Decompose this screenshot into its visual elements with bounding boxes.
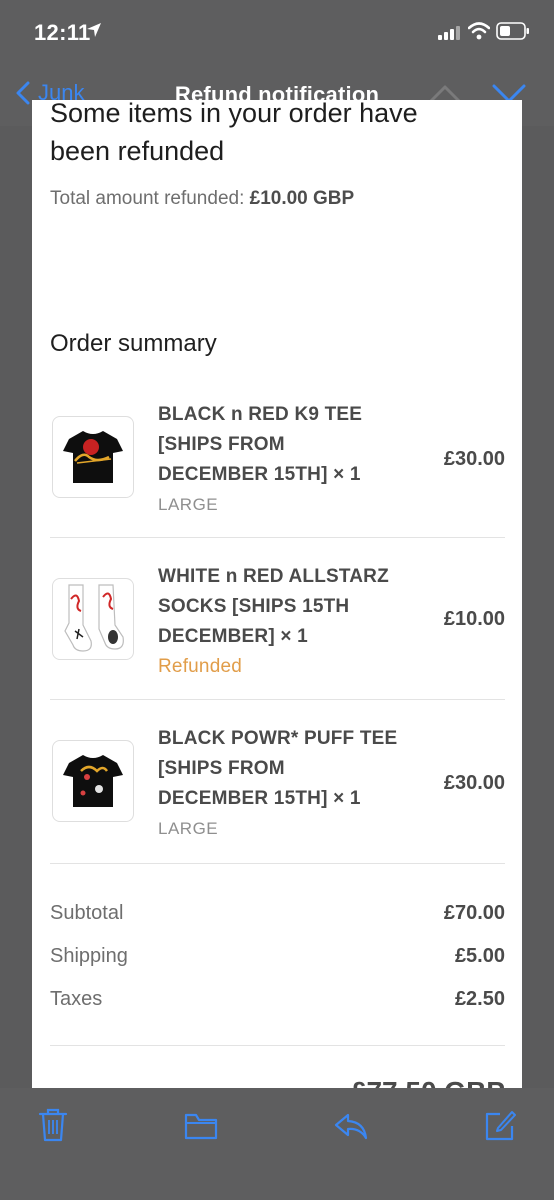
- order-item: WHITE n RED ALLSTARZ SOCKS [SHIPS 15TH D…: [50, 562, 505, 722]
- item-price: £10.00: [443, 608, 505, 630]
- location-arrow-icon: [86, 22, 102, 43]
- divider: [50, 699, 505, 700]
- taxes-row: Taxes £2.50: [50, 988, 505, 1011]
- order-item-details: BLACK POWR* PUFF TEE [SHIPS FROM DECEMBE…: [158, 724, 398, 844]
- email-body: Some items in your order have been refun…: [32, 100, 522, 1100]
- refund-headline: Some items in your order have been refun…: [50, 100, 510, 170]
- subtotal-value: £70.00: [443, 902, 505, 924]
- move-to-folder-button[interactable]: [184, 1112, 218, 1145]
- product-image-socks: [52, 578, 134, 660]
- order-item-details: BLACK n RED K9 TEE [SHIPS FROM DECEMBER …: [158, 400, 398, 520]
- reply-icon: [334, 1113, 368, 1140]
- item-title: BLACK POWR* PUFF TEE [SHIPS FROM DECEMBE…: [158, 728, 398, 809]
- wifi-icon: [467, 22, 491, 45]
- order-item: BLACK POWR* PUFF TEE [SHIPS FROM DECEMBE…: [50, 724, 505, 884]
- shipping-label: Shipping: [50, 945, 128, 967]
- bottom-toolbar: [0, 1088, 554, 1200]
- headline-visible: been refunded: [50, 136, 225, 166]
- status-bar: 12:11: [0, 0, 554, 66]
- item-title: WHITE n RED ALLSTARZ SOCKS [SHIPS 15TH D…: [158, 566, 389, 647]
- folder-icon: [184, 1113, 218, 1140]
- order-summary-title: Order summary: [50, 330, 217, 357]
- headline-partial: Some items in your order have: [50, 100, 418, 128]
- divider: [50, 537, 505, 538]
- item-price: £30.00: [443, 772, 505, 794]
- taxes-value: £2.50: [454, 988, 505, 1010]
- refund-total: Total amount refunded: £10.00 GBP: [50, 188, 354, 210]
- order-item-details: WHITE n RED ALLSTARZ SOCKS [SHIPS 15TH D…: [158, 562, 398, 682]
- item-title: BLACK n RED K9 TEE [SHIPS FROM DECEMBER …: [158, 404, 363, 485]
- divider: [50, 1045, 505, 1046]
- cellular-signal-icon: [438, 26, 460, 45]
- product-image-tshirt: [52, 416, 134, 498]
- taxes-label: Taxes: [50, 988, 103, 1010]
- item-price: £30.00: [443, 448, 505, 470]
- subtotal-label: Subtotal: [50, 902, 124, 924]
- product-image-tshirt: [52, 740, 134, 822]
- refund-total-value: £10.00 GBP: [249, 188, 355, 209]
- shipping-value: £5.00: [454, 945, 505, 967]
- status-time: 12:11: [34, 20, 91, 45]
- reply-button[interactable]: [334, 1112, 368, 1145]
- divider: [50, 863, 505, 864]
- subtotal-row: Subtotal £70.00: [50, 902, 505, 925]
- item-variant: LARGE: [158, 495, 219, 514]
- order-item: BLACK n RED K9 TEE [SHIPS FROM DECEMBER …: [50, 400, 505, 560]
- compose-button[interactable]: [484, 1108, 518, 1147]
- item-refunded-status: Refunded: [158, 656, 243, 677]
- trash-icon: [38, 1108, 68, 1142]
- battery-icon: [496, 22, 530, 45]
- item-variant: LARGE: [158, 819, 219, 838]
- shipping-row: Shipping £5.00: [50, 945, 505, 968]
- trash-button[interactable]: [38, 1108, 68, 1147]
- compose-icon: [485, 1111, 516, 1141]
- refund-total-label: Total amount refunded:: [50, 188, 245, 209]
